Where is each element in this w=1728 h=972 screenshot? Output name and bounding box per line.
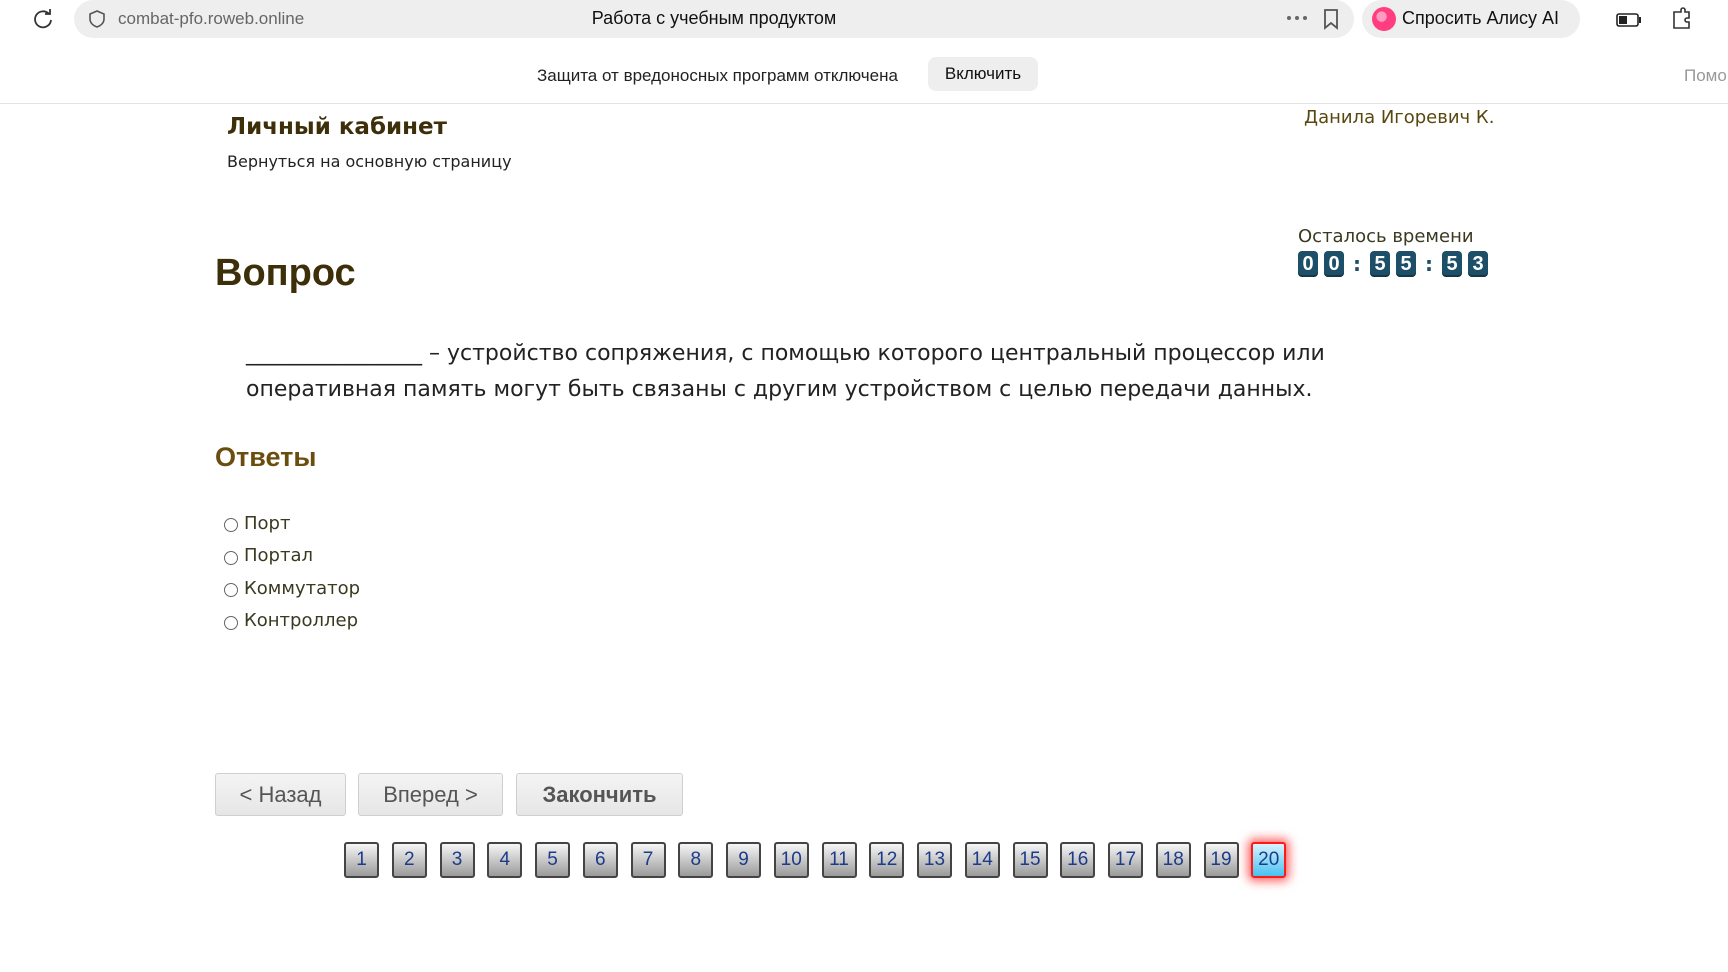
answer-option[interactable]: Коммутатор [224, 572, 360, 605]
radio-button[interactable] [224, 518, 238, 533]
page-button[interactable]: 2 [391, 842, 427, 878]
page-button[interactable]: 1 [344, 842, 379, 878]
page-button[interactable]: 14 [964, 842, 1000, 878]
question-pager: 1 2 3 4 5 6 7 8 9 10 11 12 13 14 15 16 17 18 19 20 [344, 842, 1299, 878]
page-button[interactable]: 11 [821, 842, 857, 878]
timer-digit: 5 [1370, 251, 1390, 277]
answer-label: Порт [244, 512, 291, 534]
timer-digit: 0 [1324, 251, 1344, 277]
timer-separator: : [1353, 252, 1361, 276]
answer-option[interactable]: Порт [224, 507, 360, 540]
ask-alice-label: Спросить Алису AI [1402, 8, 1560, 28]
answer-label: Портал [244, 545, 313, 567]
answers-heading: Ответы [215, 442, 317, 472]
radio-button[interactable] [224, 583, 238, 598]
timer-digit: 0 [1298, 251, 1318, 277]
answer-list: Порт Портал Коммутатор Контроллер [224, 507, 360, 637]
answer-label: Контроллер [244, 610, 358, 632]
enable-protection-button[interactable]: Включить [928, 57, 1038, 91]
forward-button[interactable]: Вперед > [358, 773, 503, 816]
answer-option[interactable]: Контроллер [224, 605, 360, 638]
radio-button[interactable] [224, 550, 238, 565]
page-button[interactable]: 6 [582, 842, 618, 878]
cabinet-title: Личный кабинет [227, 114, 447, 140]
page-button[interactable]: 17 [1108, 842, 1143, 878]
timer-digit: 3 [1468, 251, 1488, 277]
reload-icon[interactable] [32, 8, 54, 30]
timer-digit: 5 [1442, 251, 1462, 277]
tab-title: Работа с учебным продуктом [591, 8, 837, 28]
question-text: ________________ – устройство сопряжения… [246, 341, 1325, 402]
page-button[interactable]: 4 [487, 842, 523, 878]
radio-button[interactable] [224, 615, 238, 630]
page-button[interactable]: 7 [630, 842, 666, 878]
page-button[interactable]: 18 [1155, 842, 1191, 878]
extensions-icon[interactable] [1670, 7, 1694, 31]
answer-option[interactable]: Портал [224, 540, 360, 573]
page-button[interactable]: 13 [917, 842, 952, 878]
infobar-message: Защита от вредоносных программ отключена [537, 66, 898, 85]
more-dots-icon[interactable] [1284, 8, 1310, 28]
question-heading: Вопрос [215, 252, 356, 294]
address-bar[interactable]: combat-pfo.roweb.online Работа с учебным… [74, 0, 1354, 38]
timer-separator: : [1425, 252, 1433, 276]
timer-digit: 5 [1396, 251, 1416, 277]
countdown-timer: 0 0 : 5 5 : 5 3 [1298, 251, 1494, 277]
browser-toolbar: combat-pfo.roweb.online Работа с учебным… [0, 0, 1728, 38]
back-button[interactable]: < Назад [215, 773, 346, 816]
alice-icon [1372, 7, 1396, 31]
page-button[interactable]: 10 [773, 842, 809, 878]
page-button[interactable]: 12 [869, 842, 905, 878]
page-button[interactable]: 3 [439, 842, 475, 878]
page-button-current[interactable]: 20 [1251, 842, 1287, 878]
answer-label: Коммутатор [244, 577, 361, 599]
help-link[interactable]: Помо [1684, 66, 1727, 86]
page-button[interactable]: 5 [535, 842, 570, 878]
security-infobar: Защита от вредоносных программ отключена… [0, 50, 1728, 104]
page-button[interactable]: 16 [1060, 842, 1096, 878]
page-button[interactable]: 19 [1203, 842, 1239, 878]
page-button[interactable]: 9 [726, 842, 761, 878]
finish-button[interactable]: Закончить [516, 773, 683, 816]
page-button[interactable]: 8 [678, 842, 714, 878]
timer-label: Осталось времени [1298, 226, 1474, 247]
user-name: Данила Игоревич К. [1304, 107, 1495, 128]
page-button[interactable]: 15 [1012, 842, 1048, 878]
battery-icon[interactable] [1616, 12, 1642, 27]
bookmark-icon[interactable] [1322, 8, 1340, 30]
back-to-main-link[interactable]: Вернуться на основную страницу [227, 152, 512, 171]
ask-alice-button[interactable]: Спросить Алису AI [1362, 0, 1580, 38]
